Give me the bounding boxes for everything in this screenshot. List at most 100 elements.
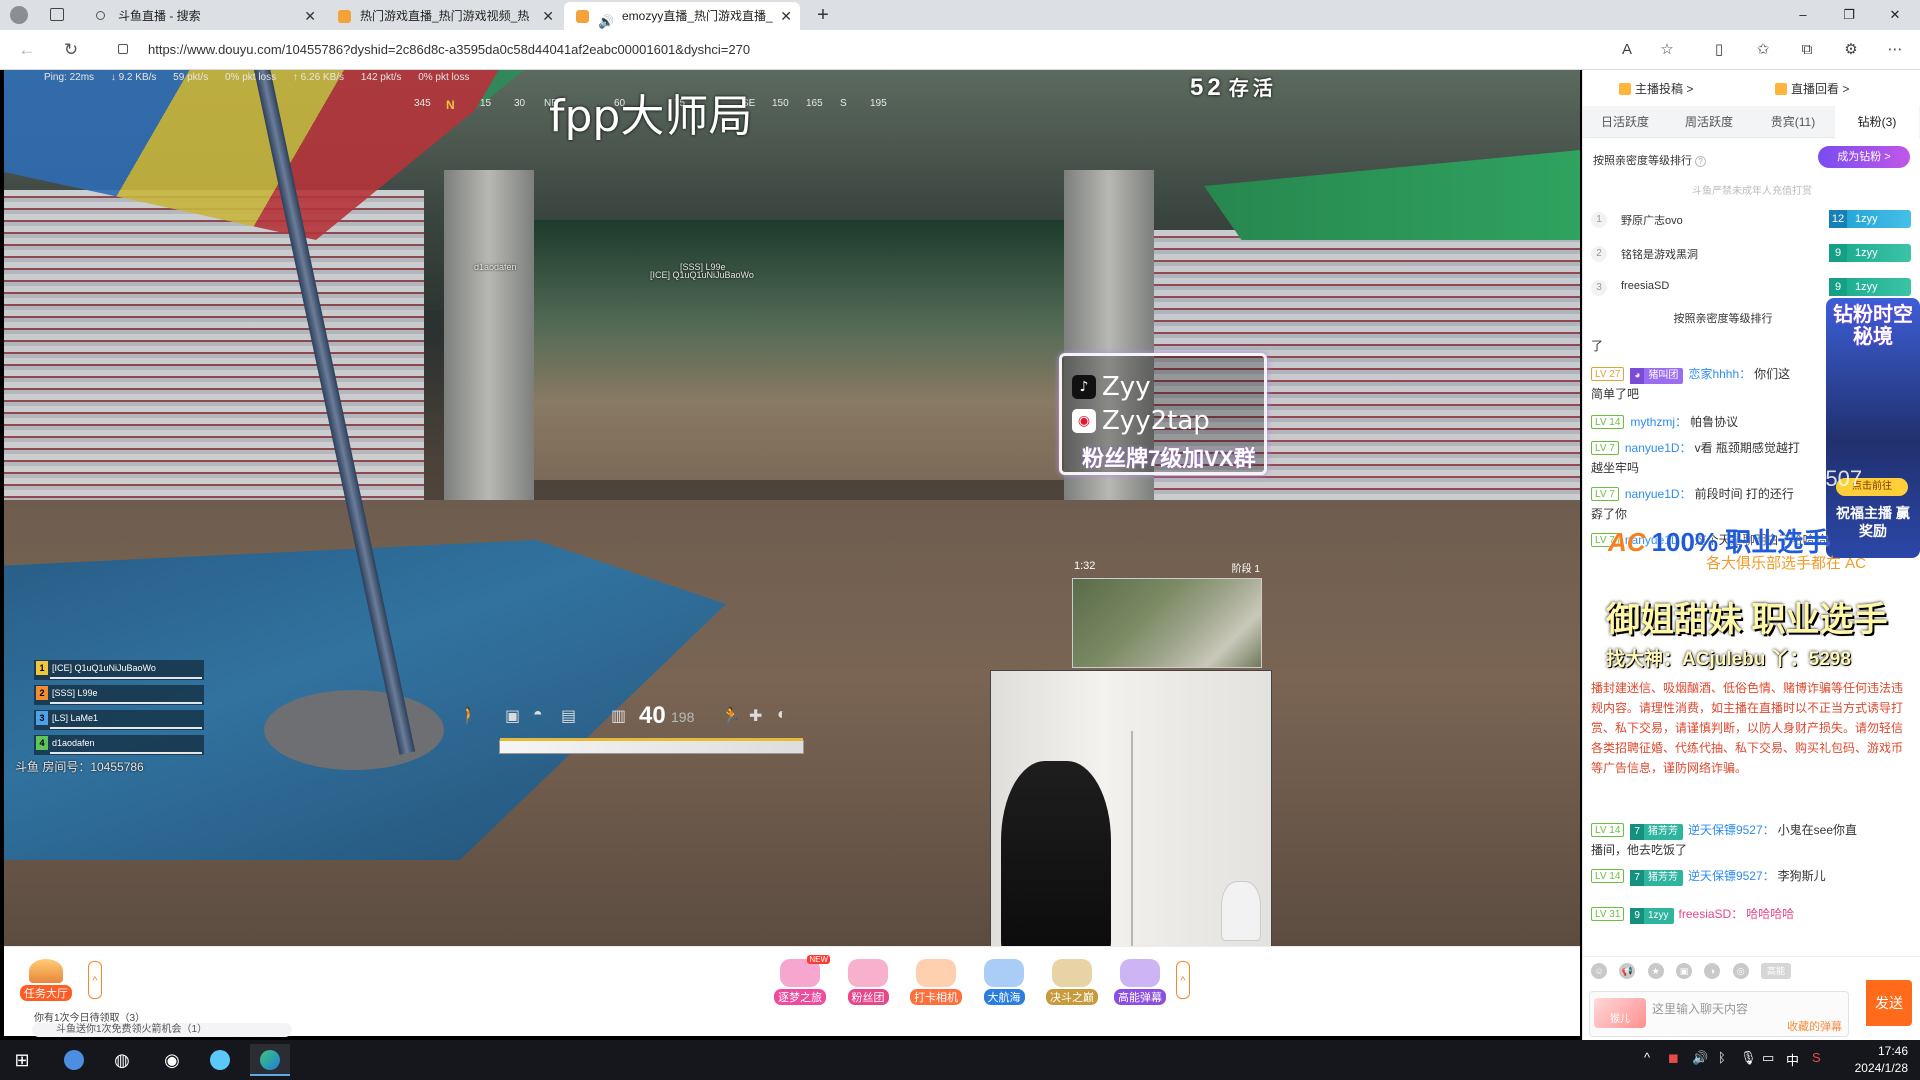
become-diamond-fan-button[interactable]: 成为钻粉 > [1818,146,1910,168]
video-player[interactable]: Ping: 22ms ↓ 9.2 KB/s 59 pkt/s 0% pkt lo… [4,70,1580,946]
high-energy-button[interactable]: 高能 [1761,963,1792,979]
chat-placeholder: 这里输入聊天内容 [1652,1002,1749,1016]
system-clock[interactable]: 17:46 2024/1/28 [1838,1043,1908,1077]
rank-row[interactable]: 1 野原广志ovo 12 1zyy [1591,206,1911,234]
speaker-icon[interactable]: 🔊 [598,8,614,30]
weibo-icon: ◉ [1072,409,1096,433]
rank-footer: 按照亲密度等级排行 [1673,313,1773,325]
bluetooth-icon[interactable]: ᛒ [1718,1050,1726,1070]
rocket-notice[interactable]: 斗鱼送你1次免费领火箭机会（1） [32,1023,292,1037]
new-tab-button[interactable]: + [810,2,836,28]
back-button[interactable]: ← [14,38,40,62]
favorites-icon[interactable]: ✩ [1752,39,1774,61]
steam-icon[interactable]: ◍ [102,1044,142,1076]
badge-icon[interactable]: ★ [1647,963,1664,979]
health-fill [500,741,803,753]
team-number: 3 [36,711,48,725]
tab-diamond-fans[interactable]: 钻粉(3) [1835,106,1919,138]
emoji-icon[interactable]: ☺ [1591,963,1607,979]
favorite-star-icon[interactable]: ☆ [1656,39,1678,61]
tab-vip[interactable]: 贵宾(11) [1751,106,1835,138]
url-field[interactable]: https://www.douyu.com/10455786?dyshid=2c… [108,36,1668,64]
split-screen-icon[interactable]: ▯ [1708,39,1730,61]
mask-icon[interactable]: ◑ [1704,963,1721,979]
edge-icon[interactable] [250,1044,290,1076]
feature-duel-peak[interactable]: 决斗之巅 [1042,959,1102,1009]
clock-date: 2024/1/28 [1854,1061,1908,1075]
compass-tick: S [840,98,847,109]
fan-level: 9 [1829,244,1847,262]
mic-icon[interactable]: 🎙 [1740,1050,1757,1070]
tab-weekly-activity[interactable]: 周活跃度 [1667,106,1751,138]
level-tag: LV 14 [1591,415,1625,429]
chat-user[interactable]: 逆天保镖9527： [1688,869,1775,883]
network-icon[interactable]: ▭ [1762,1050,1774,1070]
feature-high-energy-danmaku[interactable]: 高能弹幕 [1110,959,1170,1009]
lottery-icon[interactable]: ◎ [1732,963,1749,979]
feature-checkin-camera[interactable]: 打卡相机 [906,959,966,1009]
task-hall-button[interactable]: 任务大厅 [18,959,74,1001]
team-name: d1aodafen [52,738,95,748]
volume-icon[interactable]: 🔊 [1692,1050,1708,1070]
chat-user[interactable]: freesiaSD： [1679,907,1744,921]
team-member: 1 [ICE] Q1uQ1uNiJuBaoWo [34,660,204,680]
diamond-fan-banner[interactable]: 钻粉时空秘境 点击前往 祝福主播 赢奖励 [1826,298,1920,558]
feature-dream-journey[interactable]: NEW 逐梦之旅 [770,955,830,1009]
chat-user[interactable]: 恋家hhhh： [1688,367,1751,381]
feature-fan-club[interactable]: 粉丝团 [838,959,898,1009]
stat-pkt: 59 pkt/s [173,72,209,83]
restore-button[interactable]: ❐ [1826,0,1872,30]
expand-left-button[interactable]: ^ [88,961,102,999]
minimize-button[interactable]: – [1780,0,1826,30]
help-icon[interactable]: ? [1695,156,1706,167]
health-bar [499,738,804,754]
tab-daily-activity[interactable]: 日活跃度 [1583,106,1667,138]
rank-user: 铭铭是游戏黑洞 [1621,249,1698,261]
rank-user: freesiaSD [1621,280,1670,292]
fan-tag: 7 猪芳芳 [1630,824,1683,840]
app-icon-cortana[interactable] [54,1044,94,1076]
windows-start-icon[interactable]: ⊞ [2,1044,42,1076]
chat-user[interactable]: nanyue1D： [1625,441,1692,455]
team-list: 1 [ICE] Q1uQ1uNiJuBaoWo 2 [SSS] L99e 3 [LS]… [34,660,204,760]
weibo-row: ◉ Zyy2tap [1072,406,1210,436]
more-menu-icon[interactable]: ⋯ [1884,39,1906,61]
workspaces-icon[interactable] [50,8,64,21]
fan-tag-avatar: ◕ [1630,368,1645,384]
close-window-button[interactable]: ✕ [1872,0,1918,30]
fan-tag-level: 7 [1630,824,1644,840]
profile-icon[interactable] [10,6,28,24]
gift-icon[interactable]: ▣ [1676,963,1693,979]
read-aloud-icon[interactable]: A [1616,39,1638,61]
refresh-button[interactable]: ↻ [58,38,84,62]
app-icon-circle[interactable] [200,1044,240,1076]
sogou-icon[interactable]: S [1812,1050,1821,1070]
tray-app-icon[interactable]: ◼ [1668,1050,1679,1070]
chat-user[interactable]: nanyue1D： [1625,487,1692,501]
expand-right-button[interactable]: ^ [1176,961,1190,999]
close-icon[interactable]: ✕ [304,2,316,30]
horn-icon[interactable]: 📢 [1619,963,1636,979]
chat-user[interactable]: mythzmj： [1630,415,1687,429]
close-icon[interactable]: ✕ [780,2,792,30]
ad-level-text: Lv: Lighter230507 [1686,466,1863,491]
close-icon[interactable]: ✕ [542,2,554,30]
tab-hot-games[interactable]: 热门游戏直播_热门游戏视频_热 ✕ [326,2,562,30]
extensions-icon[interactable]: ⚙ [1840,39,1862,61]
replay-link[interactable]: 直播回看 > [1775,80,1849,97]
obs-icon[interactable]: ◉ [152,1044,192,1076]
helmet-icon: ◓ [533,706,543,723]
chat-user[interactable]: 逆天保镖9527： [1688,823,1775,837]
rank-row[interactable]: 2 铭铭是游戏黑洞 9 1zyy [1591,240,1911,268]
tab-emozyy-stream[interactable]: 🔊 emozyy直播_热门游戏直播_ ✕ [564,2,800,30]
collections-icon[interactable]: ⧉ [1796,39,1818,61]
tray-expand-icon[interactable]: ^ [1644,1050,1650,1070]
team-member: 2 [SSS] L99e [34,685,204,705]
saved-danmaku-button[interactable]: 收藏的弹幕 [1787,1018,1842,1034]
anchor-submit-link[interactable]: 主播投稿 > [1619,80,1693,97]
tab-douyu-search[interactable]: 斗鱼直播 - 搜索 ✕ [84,2,324,30]
ime-indicator[interactable]: 中 [1786,1050,1799,1070]
feature-voyage[interactable]: 大航海 [974,959,1034,1009]
chat-input[interactable]: 猴儿 这里输入聊天内容 收藏的弹幕 [1589,991,1849,1037]
send-button[interactable]: 发送 [1866,980,1912,1026]
